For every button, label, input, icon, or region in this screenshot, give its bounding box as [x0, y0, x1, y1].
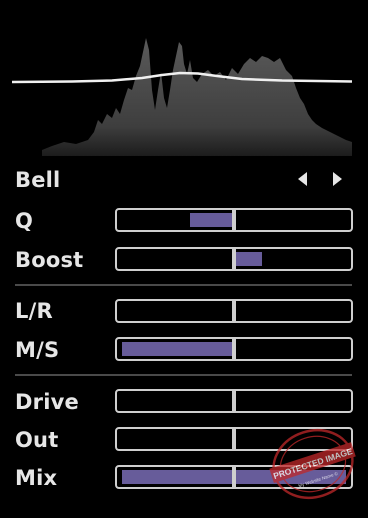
q-slider-fill: [189, 213, 234, 227]
boost-slider[interactable]: [115, 247, 353, 271]
separator: [15, 284, 352, 286]
out-slider-center-mark: [232, 429, 236, 449]
lr-slider-center-mark: [232, 301, 236, 321]
boost-slider-fill: [234, 252, 263, 266]
boost-label: Boost: [15, 248, 84, 272]
eq-band-panel: Bell Q Boost L/R M/S Drive Out Mix PROTE…: [0, 0, 368, 518]
ms-label: M/S: [15, 338, 60, 362]
ms-slider-center-mark: [232, 339, 236, 359]
drive-label: Drive: [15, 390, 79, 414]
prev-filter-button[interactable]: [294, 170, 312, 188]
drive-slider-center-mark: [232, 391, 236, 411]
lr-slider[interactable]: [115, 299, 353, 323]
drive-slider[interactable]: [115, 389, 353, 413]
out-slider[interactable]: [115, 427, 353, 451]
q-slider-center-mark: [232, 210, 236, 230]
filter-type-label[interactable]: Bell: [15, 167, 60, 193]
triangle-left-icon: [298, 172, 307, 186]
mix-label: Mix: [15, 466, 58, 490]
boost-slider-center-mark: [232, 249, 236, 269]
q-slider[interactable]: [115, 208, 353, 232]
spectrum-fill: [42, 38, 352, 156]
spectrum-analyzer[interactable]: [12, 28, 352, 156]
ms-slider[interactable]: [115, 337, 353, 361]
ms-slider-fill: [121, 342, 234, 356]
out-label: Out: [15, 428, 59, 452]
q-label: Q: [15, 209, 34, 233]
separator: [15, 374, 352, 376]
mix-slider[interactable]: [115, 465, 353, 489]
lr-label: L/R: [15, 299, 53, 323]
next-filter-button[interactable]: [328, 170, 346, 188]
mix-slider-center-mark: [232, 467, 236, 487]
triangle-right-icon: [333, 172, 342, 186]
